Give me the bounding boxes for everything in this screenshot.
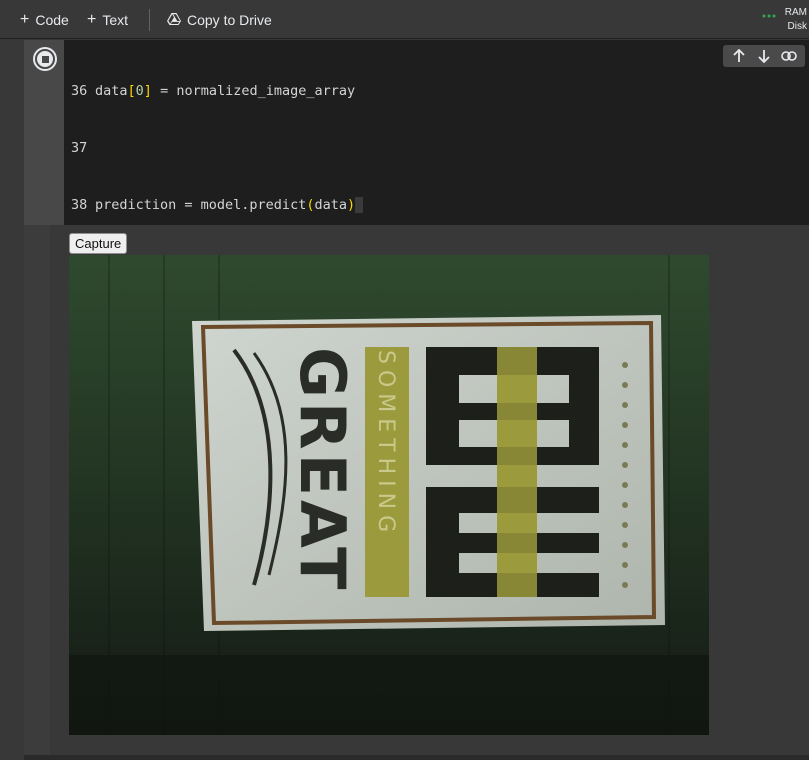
copy-to-drive-label: Copy to Drive [187, 12, 272, 28]
line-number: 38 [71, 197, 88, 213]
code-line: 36 data[0] = normalized_image_array [71, 82, 453, 101]
line-number: 36 [71, 83, 88, 99]
cell-toolbar [723, 45, 805, 67]
cell-divider [24, 755, 809, 760]
status-dots-icon [762, 14, 776, 18]
plus-icon: + [20, 11, 30, 28]
sign-text-great: GREAT [286, 347, 359, 593]
webcam-image: SOMETHING GREAT BE [69, 255, 709, 735]
drive-icon [167, 12, 181, 28]
notebook-toolbar: + Code + Text Copy to Drive RAM Disk [0, 0, 809, 39]
stop-icon [35, 49, 55, 69]
add-code-button[interactable]: + Code [20, 8, 69, 32]
sign-text-something: SOMETHING [373, 350, 398, 538]
code-cell[interactable]: 36 data[0] = normalized_image_array 37 38… [24, 40, 809, 555]
add-text-label: Text [102, 12, 129, 28]
output-gutter [24, 225, 50, 760]
cell-gutter [24, 40, 64, 225]
arrow-down-icon[interactable] [755, 47, 773, 65]
arrow-up-icon[interactable] [730, 47, 748, 65]
code-line-text: data[0] = normalized_image_array [95, 83, 356, 99]
ram-label: RAM [784, 7, 807, 18]
code-line: 38 prediction = model.predict(data) [71, 196, 453, 215]
copy-to-drive-button[interactable]: Copy to Drive [167, 8, 272, 32]
code-line-text: prediction = model.predict(data) [95, 197, 364, 213]
toolbar-divider [149, 9, 150, 31]
add-text-button[interactable]: + Text [87, 8, 128, 32]
capture-button[interactable]: Capture [69, 233, 128, 254]
line-number: 37 [71, 140, 88, 156]
resource-indicator[interactable]: RAM Disk [785, 6, 807, 34]
link-icon[interactable] [780, 47, 798, 65]
disk-label: Disk [787, 21, 807, 32]
plus-icon: + [87, 11, 97, 28]
add-code-label: Code [35, 12, 69, 28]
code-line: 37 [71, 139, 453, 158]
stop-execution-button[interactable] [33, 47, 57, 71]
